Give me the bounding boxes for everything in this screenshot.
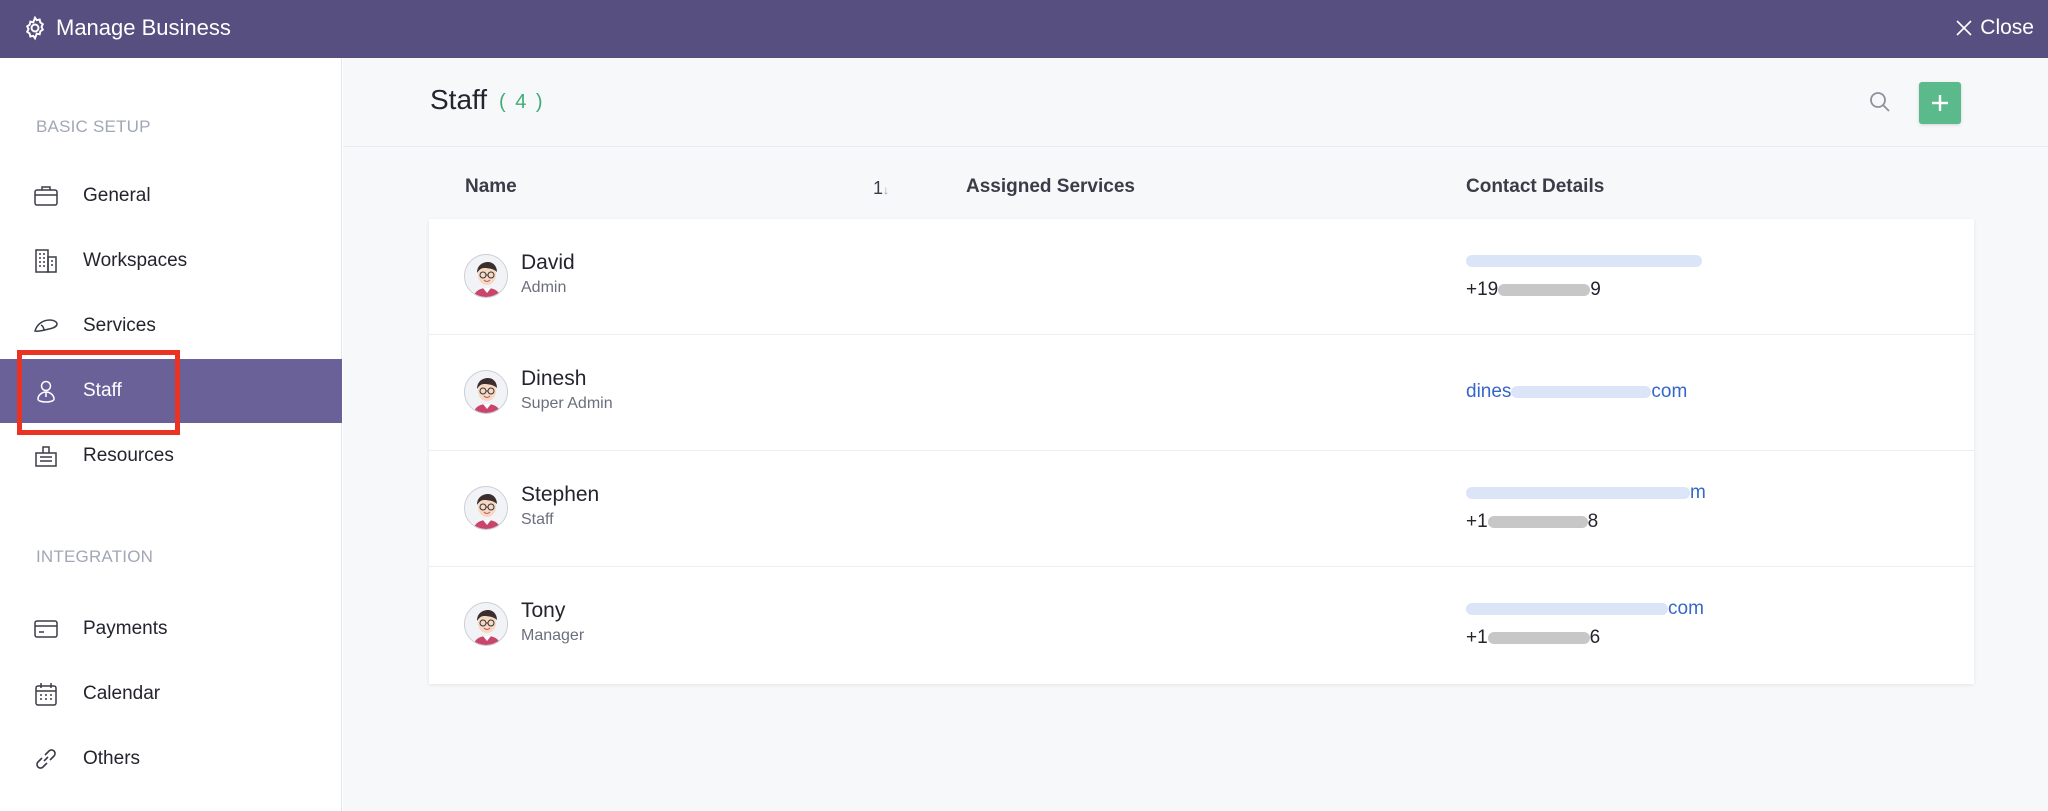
- close-label: Close: [1980, 16, 2034, 39]
- avatar: [464, 370, 508, 414]
- staff-email[interactable]: m: [1466, 482, 1706, 504]
- gear-icon: [25, 15, 45, 41]
- calendar-icon: [32, 680, 60, 708]
- staff-phone: +19 9: [1466, 279, 1601, 300]
- avatar: [464, 602, 508, 646]
- table-row[interactable]: Stephen Staff m +1 8: [429, 451, 1974, 567]
- redacted-text: [1466, 254, 1702, 267]
- resources-icon: [32, 442, 60, 470]
- avatar: [464, 254, 508, 298]
- staff-role: Staff: [521, 511, 554, 528]
- redacted-text: [1487, 631, 1590, 644]
- sidebar-item-calendar[interactable]: Calendar: [0, 662, 342, 726]
- table-row[interactable]: Tony Manager com +1 6: [429, 567, 1974, 683]
- table-row[interactable]: David Admin +19 9: [429, 219, 1974, 335]
- page-title: Staff: [430, 84, 488, 115]
- avatar: [464, 486, 508, 530]
- staff-table: David Admin +19 9 Dinesh Super Admin dine…: [429, 219, 1974, 684]
- staff-role: Manager: [521, 627, 585, 644]
- credit-card-icon: [32, 615, 60, 643]
- staff-name: Dinesh: [521, 367, 587, 390]
- staff-email[interactable]: [1466, 250, 1702, 272]
- services-icon: [32, 312, 60, 340]
- sidebar-item-workspaces[interactable]: Workspaces: [0, 229, 342, 293]
- staff-phone: +1 8: [1466, 511, 1599, 532]
- redacted-text: [1466, 486, 1690, 499]
- sidebar-item-label: Payments: [83, 618, 168, 639]
- sidebar-item-general[interactable]: General: [0, 164, 342, 228]
- building-icon: [32, 247, 60, 275]
- add-staff-button[interactable]: [1919, 82, 1961, 124]
- table-row[interactable]: Dinesh Super Admin dines com: [429, 335, 1974, 451]
- redacted-text: [1511, 385, 1652, 398]
- sidebar: BASIC SETUP General Workspaces Services …: [0, 58, 342, 811]
- search-icon[interactable]: [1867, 89, 1893, 115]
- sidebar-item-label: Staff: [83, 380, 122, 401]
- close-button[interactable]: Close: [1954, 13, 2034, 43]
- section-label-basic-setup: BASIC SETUP: [36, 117, 151, 136]
- redacted-text: [1466, 602, 1668, 615]
- sidebar-item-label: Services: [83, 315, 156, 336]
- main-panel: Staff ( 4 ) Name 1↓ Assigned Services Co…: [343, 58, 2048, 811]
- staff-role: Super Admin: [521, 395, 613, 412]
- column-header-contact-details: Contact Details: [1466, 176, 1605, 197]
- person-pin-icon: [32, 377, 60, 405]
- briefcase-icon: [32, 182, 60, 210]
- sidebar-item-others[interactable]: Others: [0, 727, 342, 791]
- top-bar: Manage Business Close: [0, 0, 2048, 58]
- staff-role: Admin: [521, 279, 567, 296]
- sidebar-item-resources[interactable]: Resources: [0, 424, 342, 488]
- app-title: Manage Business: [56, 15, 231, 40]
- staff-email[interactable]: dines com: [1466, 381, 1687, 403]
- sidebar-item-label: Resources: [83, 445, 174, 466]
- sidebar-item-staff[interactable]: Staff: [0, 359, 342, 423]
- staff-phone: +1 6: [1466, 627, 1601, 648]
- page-header: Staff ( 4 ): [343, 58, 2048, 147]
- sidebar-item-payments[interactable]: Payments: [0, 597, 342, 661]
- sidebar-item-services[interactable]: Services: [0, 294, 342, 358]
- sidebar-item-label: Calendar: [83, 683, 161, 704]
- staff-count: ( 4 ): [499, 91, 545, 113]
- column-header-assigned-services: Assigned Services: [966, 176, 1135, 197]
- sort-icon[interactable]: 1↓: [873, 178, 889, 199]
- staff-name: Stephen: [521, 483, 600, 506]
- sidebar-item-label: General: [83, 185, 151, 206]
- close-icon: [1956, 20, 1972, 36]
- section-label-integration: INTEGRATION: [36, 547, 154, 566]
- plus-icon: [1932, 95, 1948, 111]
- staff-name: Tony: [521, 599, 566, 622]
- redacted-text: [1487, 515, 1588, 528]
- redacted-text: [1498, 283, 1591, 296]
- link-icon: [32, 745, 60, 773]
- sidebar-item-label: Workspaces: [83, 250, 188, 271]
- sidebar-item-label: Others: [83, 748, 141, 769]
- staff-email[interactable]: com: [1466, 598, 1704, 620]
- column-header-name[interactable]: Name: [465, 176, 517, 198]
- staff-name: David: [521, 251, 575, 274]
